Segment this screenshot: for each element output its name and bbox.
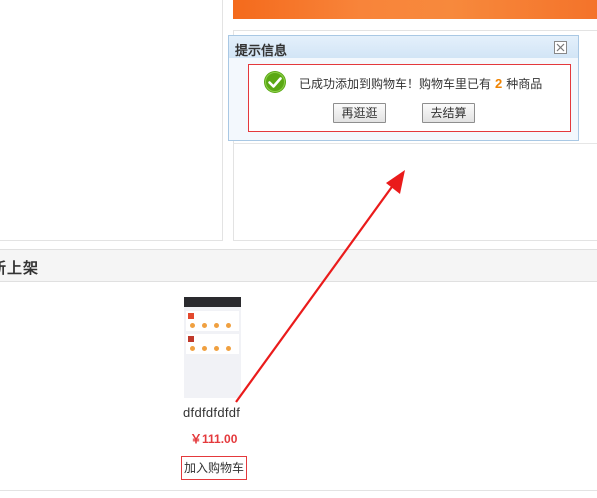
message-suffix: 种商品: [506, 77, 543, 91]
thumb-dot: [214, 323, 219, 328]
banner-image[interactable]: [233, 0, 597, 19]
product-thumbnail[interactable]: [184, 297, 241, 398]
add-to-cart-button[interactable]: 加入购物车: [181, 456, 247, 480]
thumb-logo: [188, 313, 194, 319]
product-price: ￥111.00: [190, 432, 238, 446]
thumb-dot: [202, 346, 207, 351]
thumb-card: [186, 334, 239, 354]
thumb-status-bar: [184, 297, 241, 307]
thumb-dot: [202, 323, 207, 328]
thumb-dot: [190, 323, 195, 328]
thumb-dot: [226, 346, 231, 351]
dialog-message-box: 已成功添加到购物车！购物车里已有 2 种商品 再逛逛 去结算: [248, 64, 571, 132]
add-to-cart-dialog: 提示信息 已成功添加到购物车！购物车里已有 2 种商品 再逛逛 去结算: [228, 35, 579, 141]
message-prefix: 已成功添加到购物车！购物车里已有: [299, 77, 492, 91]
product-name[interactable]: dfdfdfdfdf: [183, 405, 240, 420]
panel-divider: [234, 143, 597, 144]
cart-count: 2: [495, 76, 503, 91]
left-panel: [0, 0, 223, 241]
section-title: 新上架: [0, 260, 40, 277]
thumb-card: [186, 311, 239, 331]
divider: [0, 490, 597, 491]
close-icon[interactable]: [554, 41, 567, 54]
dialog-message: 已成功添加到购物车！购物车里已有 2 种商品: [299, 75, 542, 92]
section-header: [0, 249, 597, 282]
check-circle-icon: [264, 71, 286, 93]
thumb-dot: [190, 346, 195, 351]
thumb-dot: [214, 346, 219, 351]
thumb-logo: [188, 336, 194, 342]
checkout-button[interactable]: 去结算: [422, 103, 475, 123]
continue-shopping-button[interactable]: 再逛逛: [333, 103, 386, 123]
dialog-title: 提示信息: [235, 43, 288, 58]
thumb-dot: [226, 323, 231, 328]
